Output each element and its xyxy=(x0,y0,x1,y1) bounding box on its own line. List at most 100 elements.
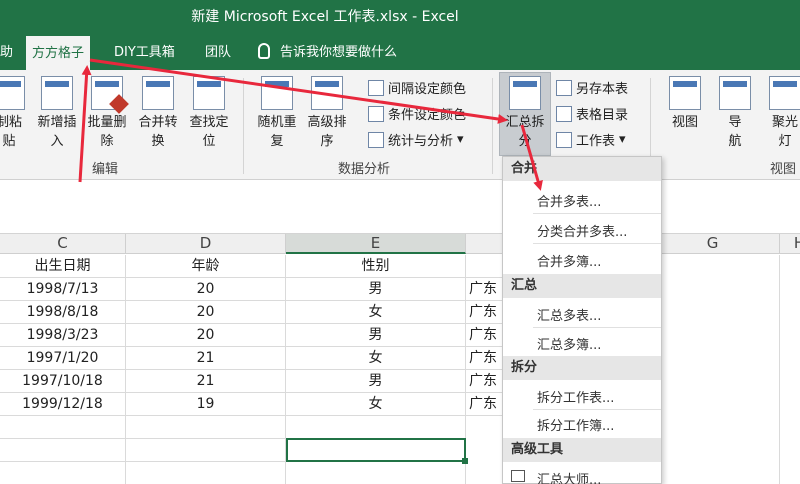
sort-label: 高级排 xyxy=(307,115,347,130)
spotlight-sublabel: 灯 xyxy=(778,134,792,149)
cell-gender[interactable]: 男 xyxy=(286,324,466,347)
advanced-sort-button[interactable]: 高级排 序 xyxy=(304,76,350,151)
empty-cell[interactable] xyxy=(0,439,126,462)
cell-age[interactable]: 20 xyxy=(126,301,286,324)
cell-date[interactable]: 1998/8/18 xyxy=(0,301,126,324)
random-sublabel: 复 xyxy=(270,134,284,149)
empty-cell[interactable] xyxy=(126,439,286,462)
empty-cell[interactable] xyxy=(0,462,126,484)
tab-diy[interactable]: DIY工具箱 xyxy=(114,41,175,61)
insert-icon xyxy=(41,76,73,110)
spotlight-button[interactable]: 聚光 灯 xyxy=(762,76,800,151)
cell-age[interactable]: 20 xyxy=(126,278,286,301)
cell-gender[interactable]: 女 xyxy=(286,301,466,324)
navigate-icon xyxy=(719,76,751,110)
menu-section-summary: 汇总 xyxy=(503,274,661,298)
cell-date[interactable]: 出生日期 xyxy=(0,255,126,278)
save-sheet-button[interactable]: 另存本表 xyxy=(556,78,628,97)
column-header-e[interactable]: E xyxy=(286,234,466,254)
menu-item-merge-books[interactable]: 合并多簿... xyxy=(537,251,601,270)
find-locate-label: 查找定 xyxy=(189,115,229,130)
view-label: 视图 xyxy=(671,115,698,130)
summary-split-label: 汇总拆 xyxy=(505,115,545,130)
selected-cell[interactable] xyxy=(286,438,468,464)
empty-cell[interactable] xyxy=(126,416,286,439)
menu-section-merge: 合并 xyxy=(503,157,661,181)
group-label-view: 视图 xyxy=(770,162,797,177)
cell-age[interactable]: 19 xyxy=(126,393,286,416)
merge-convert-button[interactable]: 合并转 换 xyxy=(135,76,181,151)
cell-gender[interactable]: 性别 xyxy=(286,255,466,278)
magnifier-icon xyxy=(193,76,225,110)
cell-date[interactable]: 1997/10/18 xyxy=(0,370,126,393)
save-icon xyxy=(556,79,572,96)
title-bar: 新建 Microsoft Excel 工作表.xlsx - Excel xyxy=(0,0,800,32)
condition-color-button[interactable]: 条件设定颜色 xyxy=(368,104,466,123)
cell-age[interactable]: 21 xyxy=(126,370,286,393)
stats-analysis-button[interactable]: 统计与分析 ▾ xyxy=(368,130,464,149)
ribbon: 制粘 贴 新增插 入 批量删 除 合并转 换 查找定 位 随机重 复 高级排 序… xyxy=(0,70,800,180)
cell-gender[interactable]: 男 xyxy=(286,278,466,301)
tell-me-text: 告诉我你想要做什么 xyxy=(280,45,398,60)
column-header-g[interactable]: G xyxy=(646,234,780,254)
worksheet-label: 工作表 xyxy=(576,134,616,149)
menu-item-summary-sheets[interactable]: 汇总多表... xyxy=(537,305,601,324)
tab-help[interactable]: 助 xyxy=(0,41,13,61)
spotlight-label: 聚光 xyxy=(771,115,798,130)
lightbulb-icon xyxy=(258,42,270,59)
cell-date[interactable]: 1997/1/20 xyxy=(0,347,126,370)
menu-item-split-sheet[interactable]: 拆分工作表... xyxy=(537,387,614,406)
delete-icon xyxy=(91,76,123,110)
sort-icon xyxy=(311,76,343,110)
menu-item-category-merge[interactable]: 分类合并多表... xyxy=(537,221,627,240)
summary-split-menu: 合并 合并多表... 分类合并多表... 合并多簿... 汇总 汇总多表... … xyxy=(502,156,662,484)
worksheet-button[interactable]: 工作表 ▾ xyxy=(556,130,626,149)
paste-button[interactable]: 制粘 贴 xyxy=(0,76,32,151)
view-icon xyxy=(669,76,701,110)
cell-gender[interactable]: 男 xyxy=(286,370,466,393)
menu-item-split-book[interactable]: 拆分工作簿... xyxy=(537,415,614,434)
cell-date[interactable]: 1998/7/13 xyxy=(0,278,126,301)
summary-master-icon xyxy=(511,470,525,482)
menu-item-summary-master[interactable]: 汇总大师... xyxy=(537,469,601,484)
empty-column-g[interactable] xyxy=(646,255,780,484)
directory-icon xyxy=(556,105,572,122)
column-header-c[interactable]: C xyxy=(0,234,126,254)
find-locate-button[interactable]: 查找定 位 xyxy=(186,76,232,151)
spotlight-icon xyxy=(769,76,800,110)
menu-divider xyxy=(533,327,661,328)
cell-age[interactable]: 21 xyxy=(126,347,286,370)
interval-color-button[interactable]: 间隔设定颜色 xyxy=(368,78,466,97)
cell-age[interactable]: 20 xyxy=(126,324,286,347)
column-header-d[interactable]: D xyxy=(126,234,286,254)
insert-button[interactable]: 新增插 入 xyxy=(34,76,80,151)
empty-cell[interactable] xyxy=(286,462,466,484)
empty-cell[interactable] xyxy=(286,416,466,439)
cell-date[interactable]: 1999/12/18 xyxy=(0,393,126,416)
empty-cell[interactable] xyxy=(0,416,126,439)
tab-fangfang[interactable]: 方方格子 xyxy=(26,36,91,70)
insert-label: 新增插 xyxy=(37,115,77,130)
merge-convert-icon xyxy=(142,76,174,110)
sheet-directory-button[interactable]: 表格目录 xyxy=(556,104,628,123)
summary-split-button[interactable]: 汇总拆 分 xyxy=(502,76,548,151)
tell-me-box[interactable]: 告诉我你想要做什么 xyxy=(258,41,397,60)
navigate-button[interactable]: 导 航 xyxy=(712,76,758,151)
find-locate-sublabel: 位 xyxy=(202,134,216,149)
cell-date[interactable]: 1998/3/23 xyxy=(0,324,126,347)
cell-gender[interactable]: 女 xyxy=(286,347,466,370)
column-header-h[interactable]: H xyxy=(780,234,800,254)
random-repeat-button[interactable]: 随机重 复 xyxy=(254,76,300,151)
menu-item-summary-books[interactable]: 汇总多簿... xyxy=(537,334,601,353)
tab-team[interactable]: 团队 xyxy=(205,41,231,61)
menu-item-merge-sheets[interactable]: 合并多表... xyxy=(537,191,601,210)
empty-cell[interactable] xyxy=(126,462,286,484)
cell-gender[interactable]: 女 xyxy=(286,393,466,416)
delete-button[interactable]: 批量删 除 xyxy=(84,76,130,151)
formula-area xyxy=(0,182,800,234)
cell-age[interactable]: 年龄 xyxy=(126,255,286,278)
summary-split-icon xyxy=(509,76,541,110)
chevron-down-icon: ▾ xyxy=(619,132,626,147)
menu-divider xyxy=(533,409,661,410)
view-button[interactable]: 视图 xyxy=(662,76,708,132)
